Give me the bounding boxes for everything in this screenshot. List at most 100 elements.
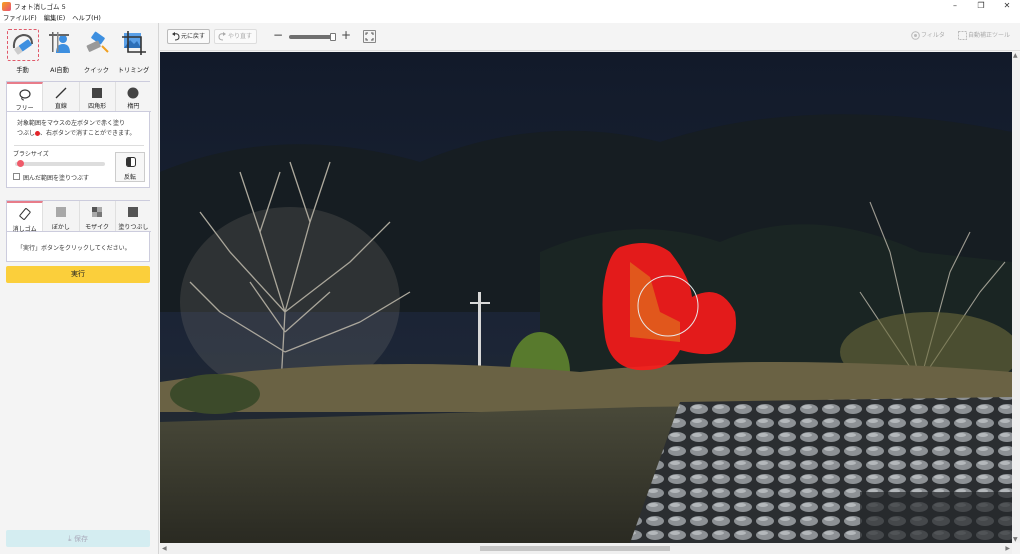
brush-size-label: ブラシサイズ: [13, 151, 49, 158]
mode-label: トリミング: [117, 67, 150, 74]
action-label: 塗りつぶし: [118, 224, 149, 231]
auto-correct-icon: [958, 31, 967, 40]
action-blur[interactable]: ぼかし: [43, 201, 80, 231]
action-mosaic[interactable]: モザイク: [80, 201, 116, 231]
close-button[interactable]: ✕: [994, 0, 1020, 12]
instruction-line-2a: つぶし: [17, 130, 36, 137]
selection-tool-tabs: フリー 直線 四角形 楕円: [7, 82, 151, 112]
menu-bar: ファイル(F) 編集(E) ヘルプ(H): [0, 12, 1020, 23]
left-panel: 手動 AI自動 クイック トリミング フリー 直線 四角形 楕円 対象範囲をマウ…: [0, 23, 159, 554]
menu-edit[interactable]: 編集(E): [44, 13, 66, 22]
ellipse-icon: [127, 87, 139, 99]
photo-image: [160, 52, 1012, 543]
undo-icon: [172, 32, 180, 41]
save-label: 保存: [74, 535, 89, 543]
invert-button[interactable]: 反転: [115, 152, 145, 182]
mode-label: 手動: [16, 67, 29, 74]
top-toolbar: 元に戻す やり直す − + フィルタ 自動補正ツール: [160, 23, 1020, 51]
menu-help[interactable]: ヘルプ(H): [72, 13, 101, 22]
fit-screen-icon: [365, 32, 374, 41]
zoom-out-button[interactable]: −: [273, 28, 283, 42]
filter-button[interactable]: フィルタ: [908, 29, 949, 44]
action-tabs: 消しゴム ぼかし モザイク 塗りつぶし: [7, 201, 151, 233]
mode-quick[interactable]: クイック: [78, 27, 115, 75]
brush-size-knob[interactable]: [16, 160, 24, 167]
action-fill[interactable]: 塗りつぶし: [116, 201, 151, 231]
instruction-text: 対象範囲をマウスの左ボタンで赤く塗り つぶし 、右ボタンで消すことができます。: [17, 119, 145, 139]
fit-to-window-button[interactable]: [363, 30, 376, 43]
mode-manual[interactable]: 手動: [4, 27, 41, 75]
window-controls: – ❐ ✕: [942, 0, 1020, 12]
action-panel: 消しゴム ぼかし モザイク 塗りつぶし 「実行」ボタンをクリックしてください。: [6, 200, 151, 262]
action-message: 「実行」ボタンをクリックしてください。: [17, 245, 131, 252]
fill-enclosed-label: 囲んだ範囲を塗りつぶす: [23, 175, 90, 182]
save-button[interactable]: ⤓ 保存: [6, 530, 150, 547]
lasso-icon: [19, 89, 31, 101]
trim-icon: [122, 31, 146, 55]
mode-label: クイック: [83, 67, 110, 74]
scroll-up-arrow[interactable]: ▲: [1013, 52, 1018, 59]
tool-line[interactable]: 直線: [43, 82, 80, 111]
title-bar: フォト消しゴム 5 – ❐ ✕: [0, 0, 1020, 12]
ai-auto-icon: [49, 32, 70, 53]
divider: [14, 145, 144, 146]
action-eraser[interactable]: 消しゴム: [7, 201, 44, 233]
tool-label: 四角形: [88, 103, 107, 110]
tool-rectangle[interactable]: 四角形: [80, 82, 116, 111]
fill-icon: [128, 207, 139, 217]
run-button[interactable]: 実行: [6, 266, 150, 283]
horizontal-scroll-thumb[interactable]: [480, 546, 670, 551]
invert-label: 反転: [123, 174, 136, 181]
redo-button[interactable]: やり直す: [214, 29, 258, 44]
tool-ellipse[interactable]: 楕円: [116, 82, 151, 111]
auto-correct-label: 自動補正ツール: [968, 32, 1011, 39]
action-label: 消しゴム: [12, 226, 37, 233]
quick-icon: [86, 31, 109, 53]
horizontal-scrollbar[interactable]: ◀ ▶: [160, 543, 1012, 554]
instruction-line-1: 対象範囲をマウスの左ボタンで赤く塗り: [17, 120, 126, 127]
undo-button[interactable]: 元に戻す: [167, 29, 211, 44]
redo-label: やり直す: [228, 33, 253, 40]
mode-trim[interactable]: トリミング: [115, 27, 152, 75]
photo-canvas[interactable]: [160, 52, 1012, 543]
app-window: フォト消しゴム 5 – ❐ ✕ ファイル(F) 編集(E) ヘルプ(H) 手動: [0, 0, 1020, 554]
instruction-line-2b: 、右ボタンで消すことができます。: [40, 130, 136, 137]
app-logo-icon: [2, 1, 11, 11]
rectangle-icon: [92, 88, 103, 98]
blur-icon: [55, 207, 66, 217]
brush-size-slider[interactable]: [15, 162, 105, 166]
minimize-button[interactable]: –: [942, 0, 968, 12]
redo-icon: [218, 32, 226, 41]
window-title: フォト消しゴム 5: [14, 3, 66, 11]
action-label: ぼかし: [51, 224, 70, 231]
invert-icon: [126, 157, 136, 167]
fill-enclosed-checkbox[interactable]: [13, 173, 20, 180]
mode-ai-auto[interactable]: AI自動: [41, 27, 78, 75]
tool-label: フリー: [15, 105, 34, 112]
menu-file[interactable]: ファイル(F): [3, 13, 37, 22]
action-label: モザイク: [85, 224, 110, 231]
scroll-down-arrow[interactable]: ▼: [1013, 536, 1018, 543]
zoom-in-button[interactable]: +: [341, 28, 351, 42]
filter-icon: [911, 31, 920, 40]
zoom-slider[interactable]: [289, 35, 335, 39]
auto-correct-button[interactable]: 自動補正ツール: [955, 29, 1014, 44]
selection-tool-panel: フリー 直線 四角形 楕円 対象範囲をマウスの左ボタンで赤く塗り つぶし 、右ボ…: [6, 81, 151, 188]
tool-label: 楕円: [127, 103, 140, 110]
scroll-left-arrow[interactable]: ◀: [162, 545, 167, 552]
tool-label: 直線: [54, 103, 67, 110]
mode-label: AI自動: [50, 67, 69, 74]
instruction-line-2: つぶし 、右ボタンで消すことができます。: [17, 129, 145, 139]
mode-selector: 手動 AI自動 クイック トリミング: [4, 27, 154, 77]
undo-label: 元に戻す: [181, 33, 206, 40]
hand-eraser-icon: [12, 33, 33, 55]
vertical-scrollbar[interactable]: ▲ ▼: [1012, 52, 1020, 543]
filter-label: フィルタ: [921, 32, 945, 39]
zoom-slider-knob[interactable]: [330, 33, 336, 41]
mosaic-icon: [92, 207, 103, 217]
eraser-icon: [19, 208, 31, 220]
scroll-right-arrow[interactable]: ▶: [1005, 545, 1010, 552]
maximize-button[interactable]: ❐: [968, 0, 994, 12]
tool-free[interactable]: フリー: [7, 82, 44, 112]
line-icon: [55, 87, 67, 99]
